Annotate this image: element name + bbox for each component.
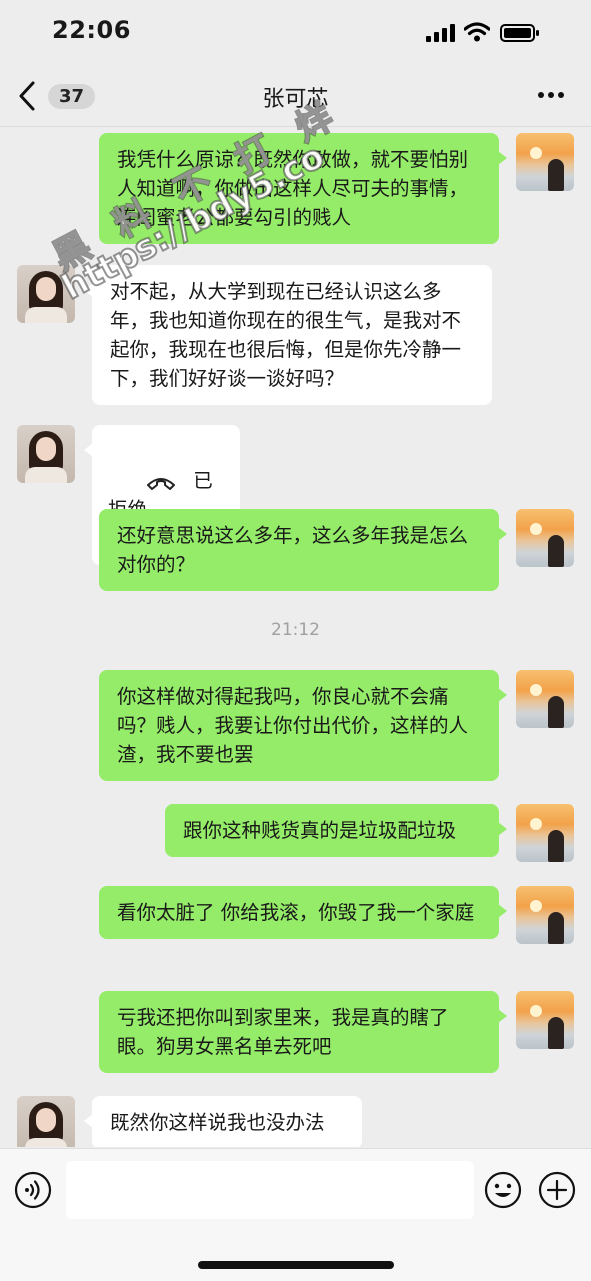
avatar[interactable]: [17, 265, 75, 323]
message-bubble[interactable]: 对不起，从大学到现在已经认识这么多年，我也知道你现在的很生气，是我对不起你，我现…: [84, 265, 492, 405]
battery-icon: [500, 24, 539, 42]
message-bubble[interactable]: 我凭什么原谅？既然你敢做，就不要怕别人知道啊，你做出这样人尽可夫的事情，连闺蜜老…: [99, 133, 507, 244]
signal-icon: [426, 24, 455, 42]
home-indicator: [198, 1261, 394, 1269]
emoji-icon[interactable]: [484, 1171, 522, 1209]
voice-icon[interactable]: [14, 1171, 52, 1209]
input-bar: [0, 1148, 591, 1281]
phone-hangup-icon: [147, 477, 176, 490]
message-bubble[interactable]: 看你太脏了 你给我滚，你毁了我一个家庭: [99, 886, 507, 939]
chat-header: 37 张可芯: [0, 64, 591, 127]
avatar[interactable]: [516, 991, 574, 1049]
wifi-icon: [464, 22, 490, 42]
message-bubble[interactable]: 亏我还把你叫到家里来，我是真的瞎了眼。狗男女黑名单去死吧: [99, 991, 507, 1073]
avatar[interactable]: [17, 425, 75, 483]
avatar[interactable]: [516, 670, 574, 728]
timestamp: 21:12: [271, 620, 320, 640]
avatar[interactable]: [516, 886, 574, 944]
message-bubble[interactable]: 跟你这种贱货真的是垃圾配垃圾: [165, 804, 507, 857]
message-input[interactable]: [66, 1161, 474, 1219]
message-list[interactable]: 我凭什么原谅？既然你敢做，就不要怕别人知道啊，你做出这样人尽可夫的事情，连闺蜜老…: [0, 127, 591, 1147]
status-bar: 22:06: [0, 0, 591, 64]
status-time: 22:06: [52, 16, 131, 44]
message-bubble[interactable]: 既然你这样说我也没办法: [84, 1096, 362, 1147]
avatar[interactable]: [17, 1096, 75, 1147]
plus-icon[interactable]: [538, 1171, 576, 1209]
avatar[interactable]: [516, 133, 574, 191]
more-dots-icon[interactable]: [537, 90, 565, 100]
avatar[interactable]: [516, 509, 574, 567]
message-bubble[interactable]: 还好意思说这么多年，这么多年我是怎么对你的？: [99, 509, 507, 591]
avatar[interactable]: [516, 804, 574, 862]
chat-title: 张可芯: [262, 87, 329, 112]
message-bubble[interactable]: 你这样做对得起我吗，你良心就不会痛吗？贱人，我要让你付出代价，这样的人渣，我不要…: [99, 670, 507, 781]
